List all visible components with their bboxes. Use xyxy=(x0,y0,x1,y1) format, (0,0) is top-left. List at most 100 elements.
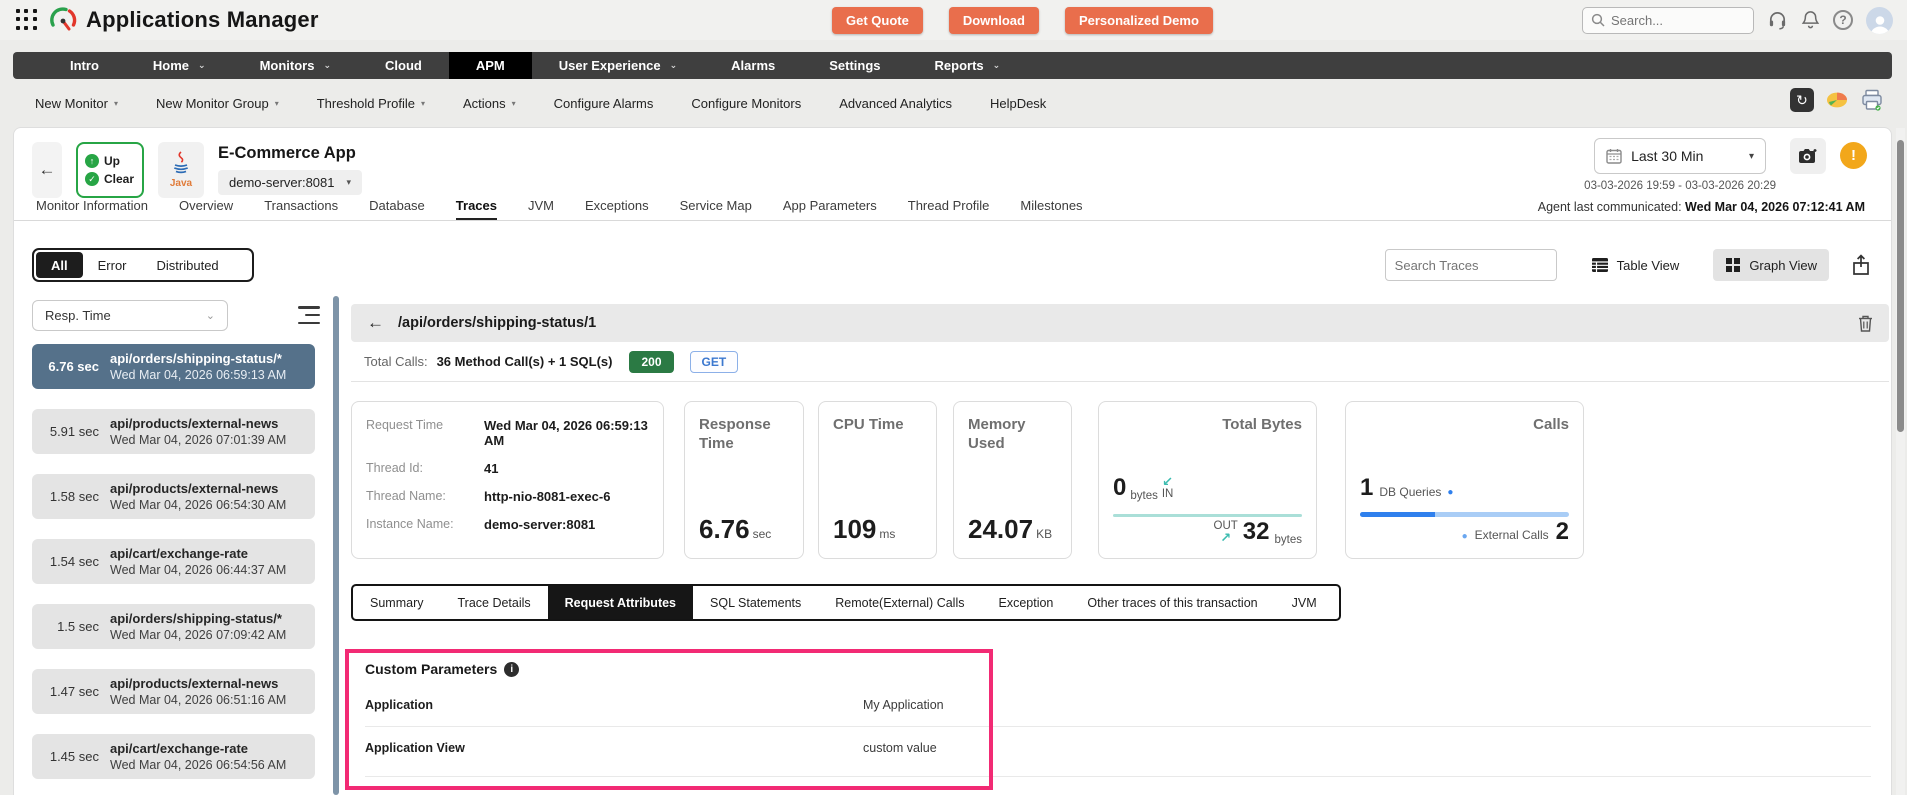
nav-item-settings[interactable]: Settings xyxy=(802,52,907,79)
trace-path: api/orders/shipping-status/* xyxy=(110,350,286,367)
trace-timestamp: Wed Mar 04, 2026 06:51:16 AM xyxy=(110,692,286,708)
instance-selector[interactable]: demo-server:8081 ▾ xyxy=(218,170,362,195)
page-scrollbar[interactable] xyxy=(1896,128,1905,795)
global-search-box[interactable] xyxy=(1582,7,1754,34)
tab-sql-statements[interactable]: SQL Statements xyxy=(693,586,818,619)
trace-search-box[interactable] xyxy=(1385,249,1557,281)
notifications-bell-icon[interactable] xyxy=(1801,10,1820,30)
trace-list-item[interactable]: 1.45 sec api/cart/exchange-rate Wed Mar … xyxy=(32,734,315,779)
bytes-out-arrow-icon: ↗ xyxy=(1220,532,1231,544)
nav-item-intro[interactable]: Intro xyxy=(43,52,126,79)
tab-jvm[interactable]: JVM xyxy=(528,198,554,220)
tab-summary[interactable]: Summary xyxy=(353,586,440,619)
sort-by-dropdown[interactable]: Resp. Time ⌄ xyxy=(32,300,228,331)
personalized-demo-button[interactable]: Personalized Demo xyxy=(1065,7,1213,34)
trace-duration: 1.45 sec xyxy=(32,749,110,764)
download-button[interactable]: Download xyxy=(949,7,1039,34)
trace-duration: 1.47 sec xyxy=(32,684,110,699)
tab-thread-profile[interactable]: Thread Profile xyxy=(908,198,990,220)
help-icon[interactable]: ? xyxy=(1833,10,1853,30)
global-search-input[interactable] xyxy=(1611,13,1721,28)
export-share-icon[interactable] xyxy=(1851,254,1871,276)
param-label: Application View xyxy=(365,741,465,755)
sidebar-scrollbar[interactable] xyxy=(333,296,339,795)
request-info-card: Request TimeWed Mar 04, 2026 06:59:13 AM… xyxy=(351,401,664,559)
collapse-list-icon[interactable] xyxy=(298,306,320,324)
segment-distributed[interactable]: Distributed xyxy=(142,252,234,278)
tab-exception[interactable]: Exception xyxy=(981,586,1070,619)
snapshot-camera-button[interactable] xyxy=(1790,138,1826,174)
trace-duration: 6.76 sec xyxy=(32,359,110,374)
screenshot-shutter-icon[interactable]: ↻ xyxy=(1790,88,1814,112)
info-icon[interactable]: i xyxy=(504,662,519,677)
trace-duration: 1.5 sec xyxy=(32,619,110,634)
nav-item-apm[interactable]: APM xyxy=(449,52,532,79)
trace-list-item[interactable]: 1.47 sec api/products/external-news Wed … xyxy=(32,669,315,714)
subnav-new-monitor-group[interactable]: New Monitor Group▾ xyxy=(156,96,279,111)
app-launcher-icon[interactable] xyxy=(16,9,38,31)
trace-timestamp: Wed Mar 04, 2026 07:01:39 AM xyxy=(110,432,286,448)
delete-trace-icon[interactable] xyxy=(1858,315,1873,332)
printer-icon[interactable] xyxy=(1860,88,1884,112)
trace-search-input[interactable] xyxy=(1395,258,1571,273)
nav-item-home[interactable]: Home⌄ xyxy=(126,52,233,79)
segment-all[interactable]: All xyxy=(36,252,83,278)
get-quote-button[interactable]: Get Quote xyxy=(832,7,923,34)
time-range-selector[interactable]: Last 30 Min ▾ xyxy=(1594,138,1766,174)
trace-path: api/cart/exchange-rate xyxy=(110,545,286,562)
trace-list-item[interactable]: 1.54 sec api/cart/exchange-rate Wed Mar … xyxy=(32,539,315,584)
subnav-threshold-profile[interactable]: Threshold Profile▾ xyxy=(317,96,425,111)
tab-traces[interactable]: Traces xyxy=(456,198,497,220)
chevron-down-icon: ⌄ xyxy=(206,309,215,322)
subnav-helpdesk[interactable]: HelpDesk xyxy=(990,96,1046,111)
trace-list-item[interactable]: 5.91 sec api/products/external-news Wed … xyxy=(32,409,315,454)
user-avatar[interactable] xyxy=(1866,7,1893,34)
nav-item-alarms[interactable]: Alarms xyxy=(704,52,802,79)
nav-item-user-experience[interactable]: User Experience⌄ xyxy=(532,52,704,79)
trace-back-button[interactable]: ← xyxy=(367,313,384,333)
nav-item-reports[interactable]: Reports⌄ xyxy=(908,52,1028,79)
external-calls-dot-icon: ● xyxy=(1462,531,1468,542)
tab-other-traces[interactable]: Other traces of this transaction xyxy=(1070,586,1274,619)
http-method-badge[interactable]: GET xyxy=(690,351,739,373)
tab-transactions[interactable]: Transactions xyxy=(264,198,338,220)
trace-list-item[interactable]: 6.76 sec api/orders/shipping-status/* We… xyxy=(32,344,315,389)
tab-request-attributes[interactable]: Request Attributes xyxy=(548,586,693,619)
caret-down-icon: ▾ xyxy=(347,177,352,188)
health-status: ✓ Clear xyxy=(85,172,142,186)
subnav-configure-alarms[interactable]: Configure Alarms xyxy=(554,96,654,111)
pie-chart-icon[interactable] xyxy=(1825,88,1849,112)
tab-trace-details[interactable]: Trace Details xyxy=(440,586,547,619)
subnav-actions[interactable]: Actions▾ xyxy=(463,96,516,111)
page-scrollbar-thumb[interactable] xyxy=(1897,140,1904,432)
applications-manager-logo-icon xyxy=(48,5,78,35)
subnav-advanced-analytics[interactable]: Advanced Analytics xyxy=(839,96,952,111)
app-screen: Applications Manager Get Quote Download … xyxy=(0,0,1907,795)
tab-milestones[interactable]: Milestones xyxy=(1020,198,1082,220)
tab-service-map[interactable]: Service Map xyxy=(680,198,752,220)
caret-down-icon: ▾ xyxy=(421,99,425,108)
tab-remote-external-calls[interactable]: Remote(External) Calls xyxy=(818,586,981,619)
tab-app-parameters[interactable]: App Parameters xyxy=(783,198,877,220)
tab-monitor-information[interactable]: Monitor Information xyxy=(36,198,148,220)
total-bytes-card: Total Bytes 0 bytes ↙IN OUT↗ 32 bytes xyxy=(1098,401,1317,559)
availability-status: ↑ Up xyxy=(85,154,142,168)
subnav-configure-monitors[interactable]: Configure Monitors xyxy=(691,96,801,111)
table-view-button[interactable]: Table View xyxy=(1579,249,1692,281)
tab-jvm-detail[interactable]: JVM xyxy=(1275,586,1334,619)
graph-view-button[interactable]: Graph View xyxy=(1713,249,1829,281)
trace-list-item[interactable]: 1.58 sec api/products/external-news Wed … xyxy=(32,474,315,519)
support-headset-icon[interactable] xyxy=(1767,10,1788,31)
page-title: Applications Manager xyxy=(86,7,319,33)
subnav-new-monitor[interactable]: New Monitor▾ xyxy=(35,96,118,111)
nav-item-monitors[interactable]: Monitors⌄ xyxy=(233,52,358,79)
tab-database[interactable]: Database xyxy=(369,198,425,220)
tab-exceptions[interactable]: Exceptions xyxy=(585,198,649,220)
tab-overview[interactable]: Overview xyxy=(179,198,233,220)
trace-toolbar: Table View Graph View xyxy=(1385,249,1871,281)
monitor-back-button[interactable]: ← xyxy=(32,142,62,198)
segment-error[interactable]: Error xyxy=(83,252,142,278)
trace-list-item[interactable]: 1.5 sec api/orders/shipping-status/* Wed… xyxy=(32,604,315,649)
nav-item-cloud[interactable]: Cloud xyxy=(358,52,449,79)
alert-warning-badge[interactable]: ! xyxy=(1840,142,1867,169)
